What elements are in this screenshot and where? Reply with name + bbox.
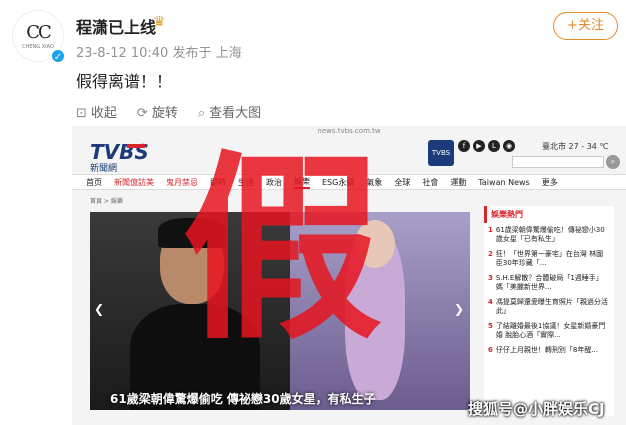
nav-item: 全球	[394, 177, 411, 187]
rank-number: 5	[488, 322, 493, 330]
rank-number: 6	[488, 346, 493, 354]
rotate-icon: ⟳	[136, 106, 148, 121]
follow-button[interactable]: +关注	[553, 12, 618, 40]
headline: 了結離婚最後1協議！女星新婚豪門婚 脫胎心酒「實際...	[495, 322, 606, 339]
list-item: 5 了結離婚最後1協議！女星新婚豪門婚 脫胎心酒「實際...	[484, 319, 614, 343]
weather-readout: 臺北市 27 - 34 ℃	[542, 142, 609, 151]
list-item: 6 仔仔上月親世！轉刑別「8年醒...	[484, 343, 614, 358]
rank-number: 3	[488, 274, 493, 282]
view-large-label: 查看大图	[209, 106, 262, 121]
avatar-subtext: CHENG XIAO	[22, 44, 54, 50]
sidebar-title: 娛樂熱門	[484, 206, 614, 223]
nav-item: 社會	[422, 177, 439, 187]
image-actions: ⊡ 收起 ⟳ 旋转 ⌕ 查看大图	[76, 102, 261, 121]
fake-overlay-character: 假	[182, 132, 383, 367]
site-search-input	[512, 156, 604, 168]
trending-sidebar: 娛樂熱門 1 61歲梁朝偉驚爆偷吃！傳祕戀小30歲女星「已有私生」 2 狂！「世界第…	[484, 206, 614, 416]
logo-accent	[127, 144, 145, 148]
view-large-button[interactable]: ⌕ 查看大图	[198, 102, 261, 121]
headline: 仔仔上月親世！轉刑別「8年醒...	[495, 346, 599, 354]
rotate-button[interactable]: ⟳ 旋转	[137, 102, 178, 121]
headline: 61歲梁朝偉驚爆偷吃！傳祕戀小30歲女星「已有私生」	[495, 226, 605, 243]
collapse-label: 收起	[90, 106, 117, 121]
search-icon: ⌕	[606, 155, 620, 169]
podcast-icon: ◉	[503, 140, 515, 152]
headline: 馮提莫歸還愛曝生育照片「親過分活此」	[495, 298, 608, 315]
rank-number: 4	[488, 298, 493, 306]
nav-item: 運動	[450, 177, 467, 187]
chevron-right-icon: ❯	[454, 302, 465, 316]
nav-item: Taiwan News	[478, 177, 530, 187]
youtube-icon: ▶	[473, 140, 485, 152]
rank-number: 2	[488, 250, 493, 258]
rotate-label: 旋转	[151, 106, 178, 121]
magnify-icon: ⌕	[197, 106, 206, 121]
social-icons: f ▶ L ◉	[458, 140, 515, 152]
collapse-icon: ⊡	[76, 106, 87, 121]
photo-caption: 61歲梁朝偉驚爆偷吃 傳祕戀30歲女星，有私生子	[110, 392, 376, 406]
post-meta: 23-8-12 10:40 发布于 上海	[76, 46, 242, 61]
list-item: 1 61歲梁朝偉驚爆偷吃！傳祕戀小30歲女星「已有私生」	[484, 223, 614, 247]
list-item: 4 馮提莫歸還愛曝生育照片「親過分活此」	[484, 295, 614, 319]
crown-icon: ♛	[153, 14, 166, 30]
nav-item: 更多	[541, 177, 558, 187]
verified-icon: ✓	[50, 48, 66, 64]
watermark: 搜狐号@小胖娱乐CJ	[468, 400, 605, 418]
post-text: 假得离谱！！	[76, 72, 173, 91]
headline: 狂！「世界第一豪宅」在台灣 林國臣30年珍藏「...	[495, 250, 604, 267]
rank-number: 1	[488, 226, 493, 234]
avatar-monogram: CC	[26, 22, 52, 43]
app-icon: TVBS	[428, 140, 454, 166]
headline: S.H.E解散？合體破局「1週睡手」 媽「美麗新世界...	[495, 274, 603, 291]
list-item: 2 狂！「世界第一豪宅」在台灣 林國臣30年珍藏「...	[484, 247, 614, 271]
breadcrumb: 首頁 > 娛樂	[90, 198, 123, 205]
line-icon: L	[488, 140, 500, 152]
facebook-icon: f	[458, 140, 470, 152]
username[interactable]: 程潇已上线	[76, 14, 156, 38]
nav-item: 新聞億訪美	[114, 177, 154, 187]
list-item: 3 S.H.E解散？合體破局「1週睡手」 媽「美麗新世界...	[484, 271, 614, 295]
chevron-left-icon: ❮	[94, 302, 105, 316]
nav-item: 首页	[86, 177, 102, 187]
collapse-button[interactable]: ⊡ 收起	[76, 102, 117, 121]
